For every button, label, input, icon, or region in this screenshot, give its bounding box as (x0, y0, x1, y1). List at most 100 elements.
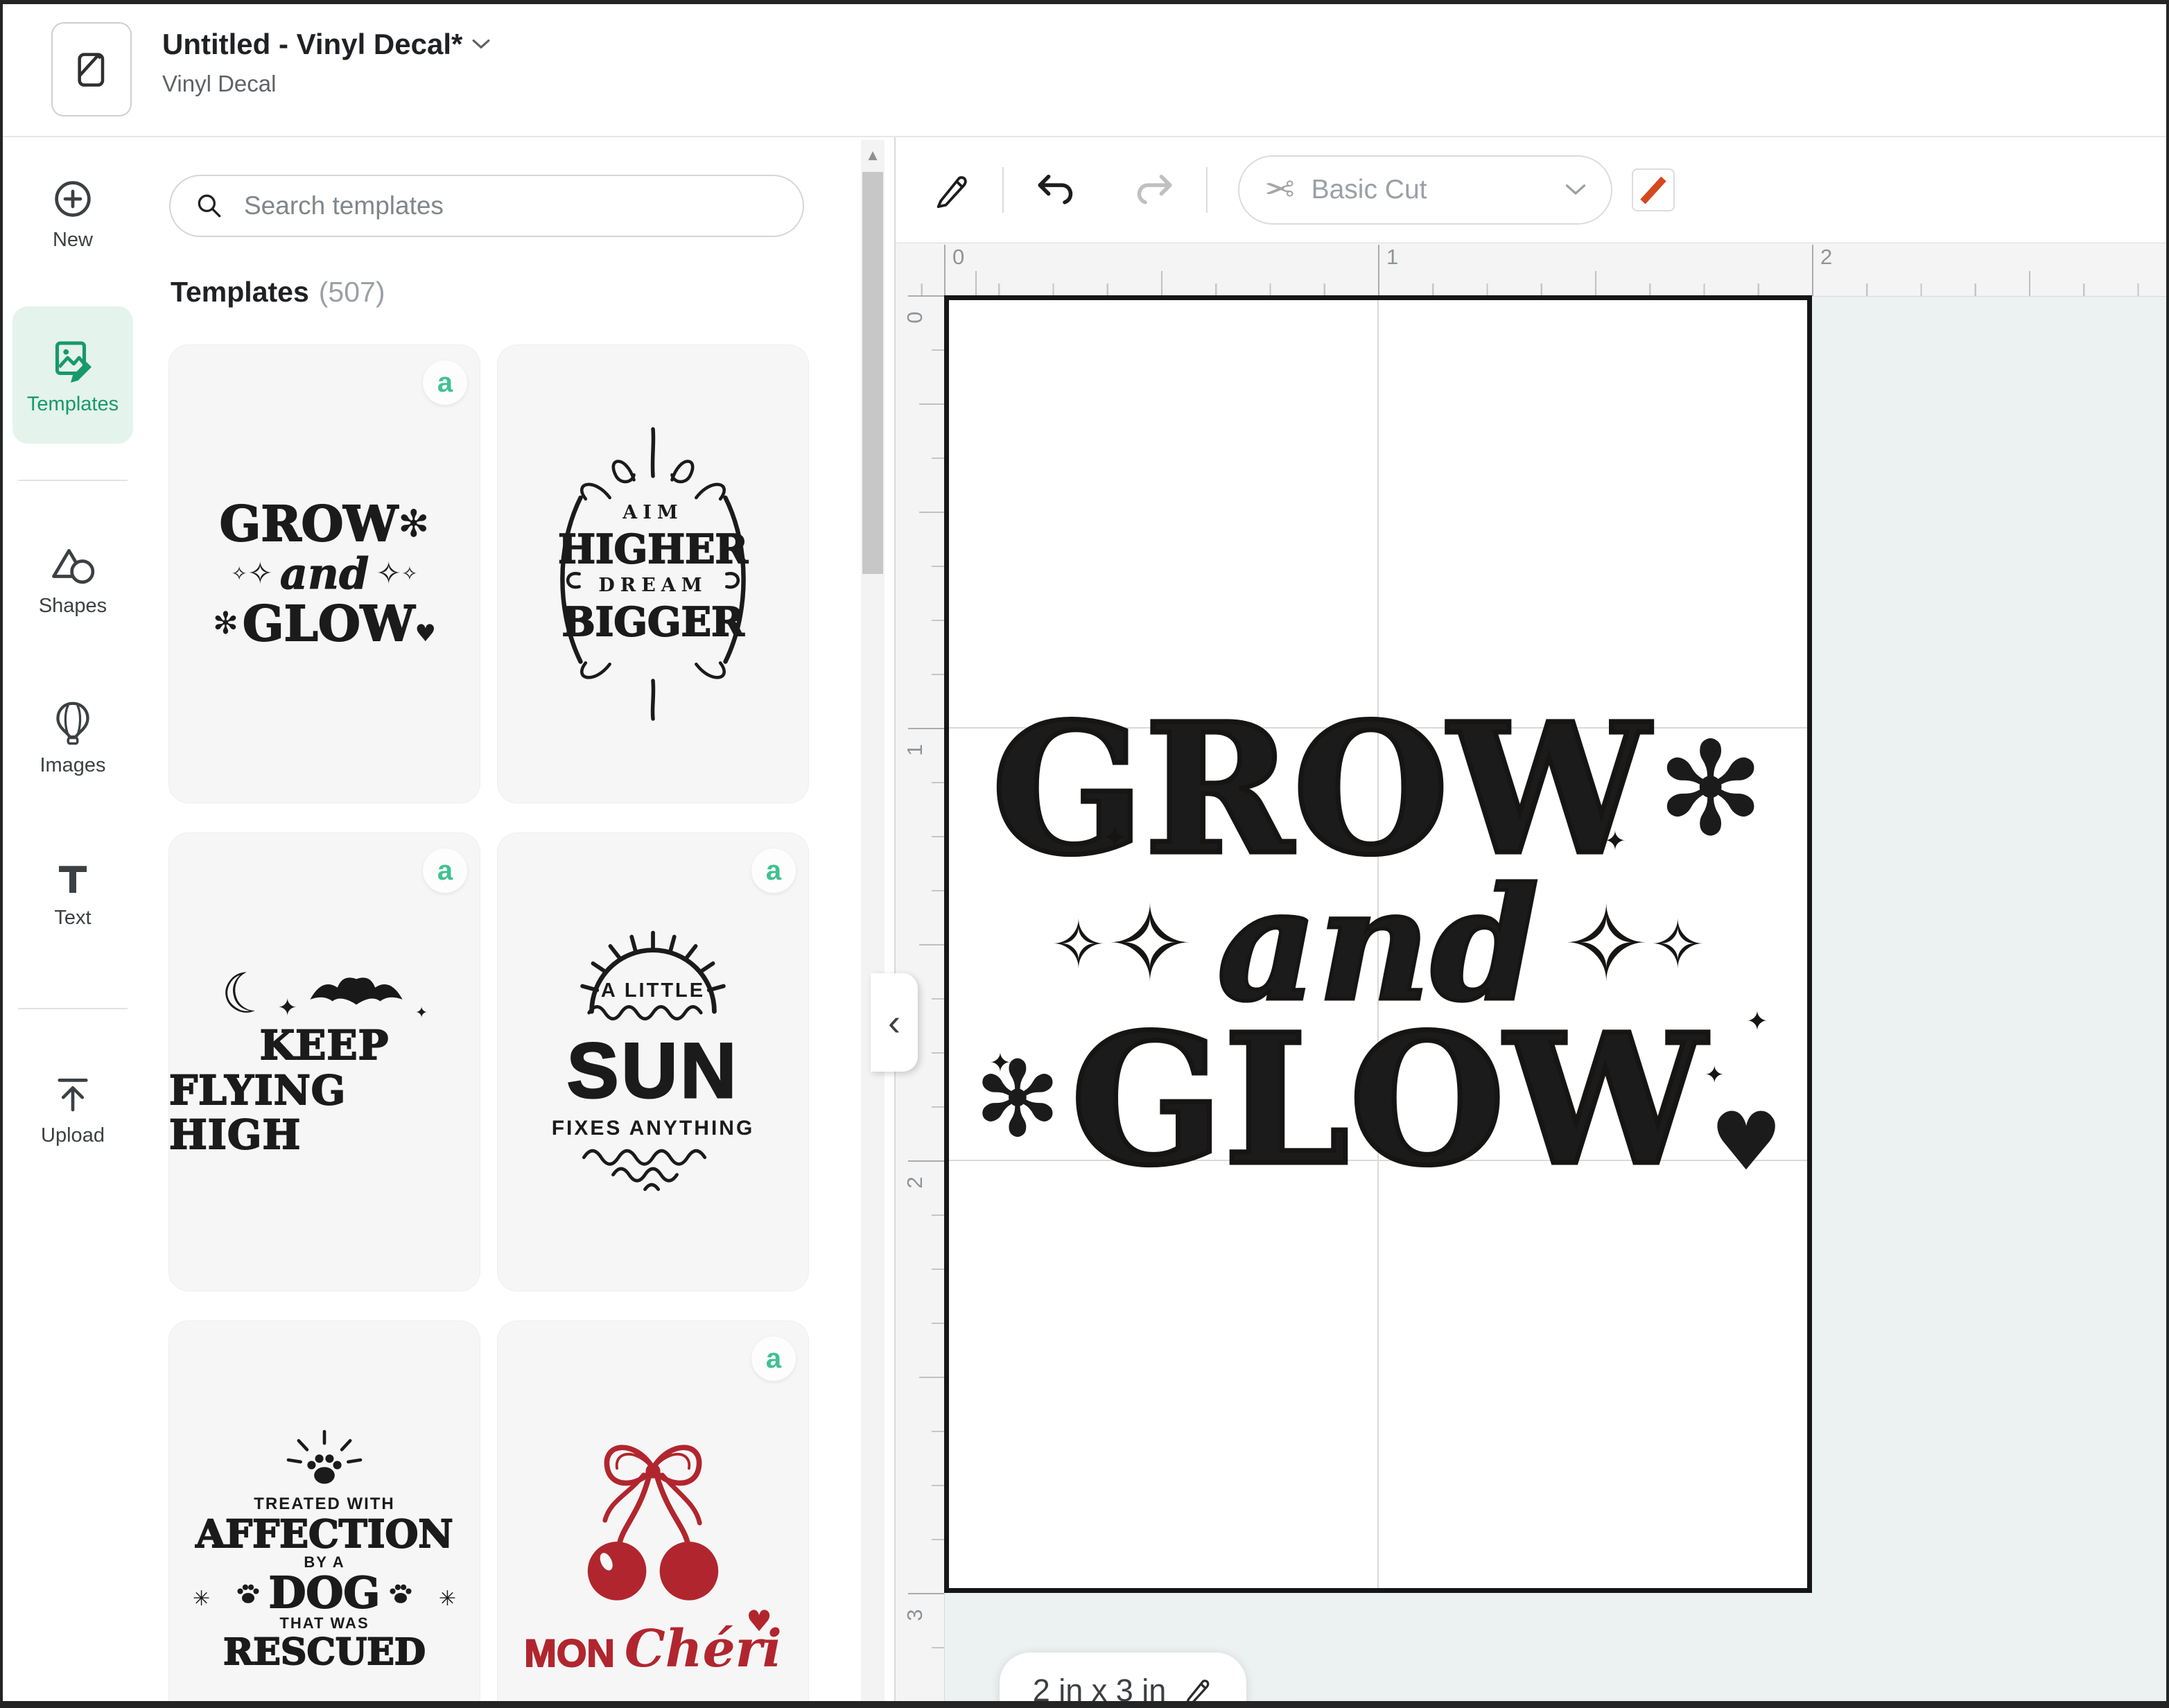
template-card-grow-and-glow[interactable]: a GROW✻ ✧✧and✧✧ ✻GLOW♥ (169, 345, 480, 803)
sparkle-icon: ✦ (1705, 1061, 1725, 1089)
template-card-aim-higher-dream-bigger[interactable]: AIM HIGHER DREAM BIGGER (498, 345, 808, 803)
sparkle-icon: ✳ (193, 1587, 210, 1611)
panel-collapse-button[interactable]: ‹ (871, 973, 918, 1072)
project-title: Untitled - Vinyl Decal* (162, 28, 462, 61)
artboard-size-label: 2 in x 3 in (1033, 1673, 1167, 1708)
moon-icon: ☾ (216, 961, 276, 1026)
header: Untitled - Vinyl Decal* Vinyl Decal (3, 4, 2166, 137)
heart-icon: ♥ (746, 1604, 772, 1638)
template-card-dog-rescued[interactable]: TREATED WITH AFFECTION BY A DOG THAT WAS… (169, 1321, 480, 1701)
shapes-icon (48, 542, 98, 588)
scrollbar-up-arrow[interactable]: ▲ (861, 140, 885, 171)
sparkle-icon: ✧ (1562, 893, 1650, 997)
bat-icon (304, 970, 408, 1022)
decal-text: AIM (622, 501, 683, 525)
paw-burst-icon (279, 1428, 369, 1494)
upload-icon (50, 1072, 96, 1117)
template-preview: MON Chéri ♥ (498, 1321, 808, 1701)
template-card-keep-flying-high[interactable]: a ☾ ✦ ✦ KEEP FLYING HIGH (169, 833, 480, 1291)
project-document-button[interactable] (51, 22, 132, 116)
title-chevron-down-icon[interactable] (472, 39, 490, 50)
chevron-down-icon (1565, 184, 1586, 196)
decal-text: THAT WAS (279, 1614, 369, 1632)
decal-text: DREAM (598, 574, 707, 598)
chevron-left-icon: ‹ (888, 1001, 900, 1044)
sidebar: New Templates Shapes (3, 137, 144, 1701)
decal-text: SUN (567, 1032, 739, 1110)
flower-icon: ✻ (1657, 725, 1765, 854)
decal-text: GLOW (243, 600, 415, 648)
sidebar-item-text[interactable]: Text (3, 858, 143, 930)
template-card-mon-cheri[interactable]: a (498, 1321, 808, 1701)
sparkle-icon: ✧ (1051, 912, 1106, 978)
decal-text: RESCUED (223, 1632, 426, 1672)
sparkle-icon: ✦ (277, 994, 297, 1022)
decal-text: and (1217, 875, 1540, 1015)
templates-panel: Templates(507) a GROW✻ ✧✧and✧✧ ✻GLOW♥ (143, 137, 896, 1701)
panel-heading: Templates(507) (171, 276, 385, 308)
sidebar-item-upload[interactable]: Upload (3, 1072, 143, 1147)
edit-pencil-button[interactable] (932, 170, 972, 210)
decal-text: BIGGER (561, 598, 744, 647)
sidebar-item-label: Upload (41, 1124, 105, 1147)
sparkle-icon: ✳ (439, 1587, 456, 1611)
plus-circle-icon (50, 176, 96, 222)
sparkle-icon: ✦ (989, 1047, 1011, 1079)
sidebar-divider (18, 1008, 128, 1009)
text-icon (52, 858, 94, 900)
template-card-a-little-sun[interactable]: a (498, 833, 808, 1291)
templates-icon (48, 335, 98, 385)
decal-text: AFFECTION (195, 1514, 453, 1554)
ruler-label: 0 (952, 245, 964, 270)
ruler-label: 2 (1820, 245, 1832, 270)
horizontal-ruler: 0 1 2 (896, 243, 2166, 297)
sparkle-icon: ✦ (1101, 819, 1129, 856)
scrollbar-thumb[interactable] (862, 172, 883, 574)
sidebar-item-templates[interactable]: Templates (12, 306, 133, 444)
sidebar-item-images[interactable]: Images (3, 699, 143, 777)
sparkle-icon: ✧ (231, 564, 247, 584)
template-preview: ☾ ✦ ✦ KEEP FLYING HIGH (169, 833, 480, 1291)
template-preview: TREATED WITH AFFECTION BY A DOG THAT WAS… (169, 1321, 480, 1701)
color-swatch-button[interactable] (1632, 168, 1675, 211)
decal-text: A LITTLE (566, 979, 740, 1002)
sparkle-icon: ✧ (1106, 893, 1194, 997)
sparkle-icon: ✦ (415, 1004, 428, 1022)
sparkle-icon: ✧ (401, 564, 417, 584)
toolbar-divider (1002, 167, 1004, 213)
ruler-ticks (896, 245, 2166, 296)
flower-icon: ✻ (398, 505, 429, 543)
redo-button[interactable] (1130, 171, 1176, 209)
ruler-label: 1 (901, 736, 929, 764)
decal-text: KEEP (260, 1023, 389, 1068)
flower-icon: ✻ (213, 609, 238, 639)
canvas-design-grow-and-glow[interactable]: GROW✻ ✧✧and✧✧ ✻GLOW♥ ✦ ✦ ✦ ✦ ✦ (949, 715, 1807, 1175)
sparkle-icon: ✧ (247, 559, 273, 589)
decal-text: GLOW (1071, 1011, 1706, 1190)
decal-text: HIGHER (558, 525, 748, 574)
sidebar-item-new[interactable]: New (3, 176, 143, 252)
search-field[interactable] (169, 175, 804, 237)
sparkle-icon: ✧ (376, 559, 401, 589)
operation-dropdown[interactable]: ✂ Basic Cut (1238, 155, 1612, 225)
undo-button[interactable] (1034, 171, 1080, 209)
project-subtitle: Vinyl Decal (162, 71, 276, 97)
document-icon (69, 47, 114, 92)
sidebar-item-label: Text (54, 907, 91, 930)
artboard: GROW✻ ✧✧and✧✧ ✻GLOW♥ ✦ ✦ ✦ ✦ ✦ (944, 295, 1812, 1593)
canvas-toolbar: ✂ Basic Cut (896, 137, 2166, 243)
decal-text: FLYING HIGH (169, 1068, 480, 1158)
ruler-label: 0 (901, 304, 929, 331)
ruler-label: 1 (1386, 245, 1398, 270)
decal-text: DOG (269, 1571, 381, 1614)
search-input[interactable] (243, 191, 779, 221)
sidebar-item-label: Shapes (39, 595, 107, 618)
paw-icon (234, 1580, 262, 1605)
search-icon (194, 191, 225, 221)
artboard-size-button[interactable]: 2 in x 3 in (1000, 1653, 1246, 1708)
templates-count: (507) (319, 276, 385, 308)
sidebar-item-shapes[interactable]: Shapes (3, 542, 143, 618)
decal-text: GROW (220, 500, 399, 548)
scissors-icon: ✂ (1264, 172, 1295, 208)
decal-text: GROW (991, 700, 1649, 879)
